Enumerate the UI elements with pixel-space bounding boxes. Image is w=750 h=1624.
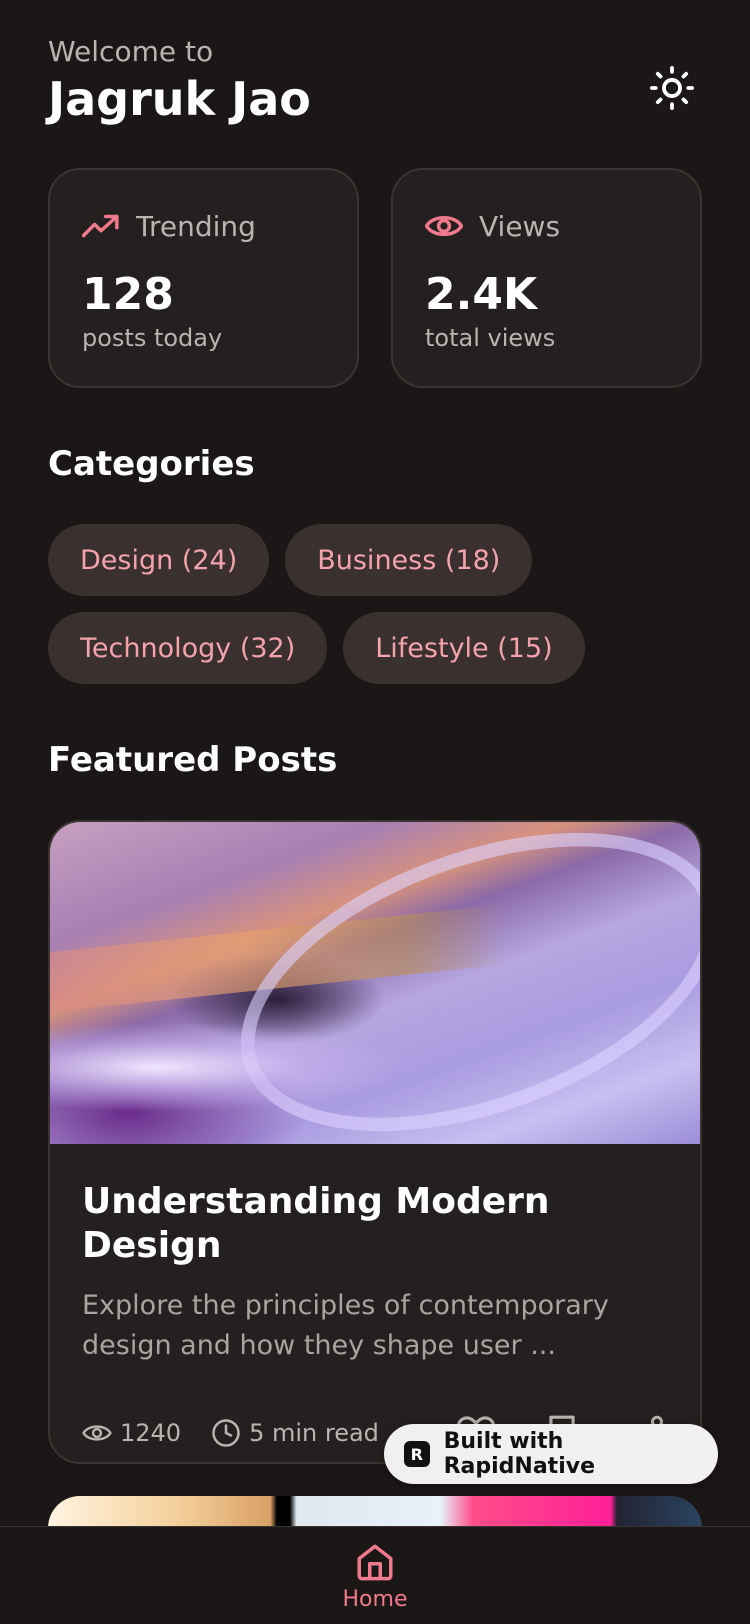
category-chip-business[interactable]: Business (18) xyxy=(285,524,533,596)
stat-value: 128 xyxy=(82,269,174,320)
bottom-tab-bar: Home xyxy=(0,1526,750,1624)
rapidnative-logo-icon: R xyxy=(404,1441,430,1467)
home-icon xyxy=(357,1544,393,1581)
built-with-badge[interactable]: R Built with RapidNative xyxy=(384,1424,718,1484)
category-chip-lifestyle[interactable]: Lifestyle (15) xyxy=(343,612,585,684)
stats-row: Trending 128 posts today Views 2.4K tota… xyxy=(48,168,702,388)
stat-subtext: total views xyxy=(425,324,556,352)
views-count: 1240 xyxy=(82,1419,181,1447)
featured-post-card[interactable]: Understanding Modern Design Explore the … xyxy=(48,820,702,1464)
post-excerpt: Explore the principles of contemporary d… xyxy=(82,1290,609,1361)
category-chip-technology[interactable]: Technology (32) xyxy=(48,612,328,684)
badge-label: Built with RapidNative xyxy=(443,1429,595,1479)
views-value: 1240 xyxy=(120,1419,182,1447)
clock-icon xyxy=(212,1419,240,1447)
views-card[interactable]: Views 2.4K total views xyxy=(391,168,702,388)
stat-value: 2.4K xyxy=(425,269,538,320)
trending-up-icon xyxy=(82,214,119,238)
eye-icon xyxy=(82,1425,112,1441)
post-title: Understanding Modern Design xyxy=(82,1181,550,1266)
app-title: Jagruk Jao xyxy=(48,72,311,126)
header: Welcome to Jagruk Jao xyxy=(48,34,702,128)
categories-heading: Categories xyxy=(48,444,255,484)
category-chips: Design (24) Business (18) Technology (32… xyxy=(48,524,702,700)
tab-home[interactable]: Home xyxy=(342,1541,408,1612)
featured-posts-heading: Featured Posts xyxy=(48,740,338,780)
theme-toggle-button[interactable] xyxy=(642,58,702,118)
stat-label: Views xyxy=(479,209,561,243)
welcome-text: Welcome to xyxy=(48,35,214,68)
stat-label: Trending xyxy=(136,209,256,243)
category-chip-design[interactable]: Design (24) xyxy=(48,524,270,596)
eye-icon xyxy=(425,215,463,237)
trending-card[interactable]: Trending 128 posts today xyxy=(48,168,359,388)
read-time-value: 5 min read xyxy=(249,1419,379,1447)
tab-home-label: Home xyxy=(342,1587,408,1612)
post-cover-image xyxy=(50,822,700,1190)
stat-subtext: posts today xyxy=(82,324,223,352)
sun-icon xyxy=(649,65,695,111)
read-time: 5 min read xyxy=(211,1418,379,1448)
